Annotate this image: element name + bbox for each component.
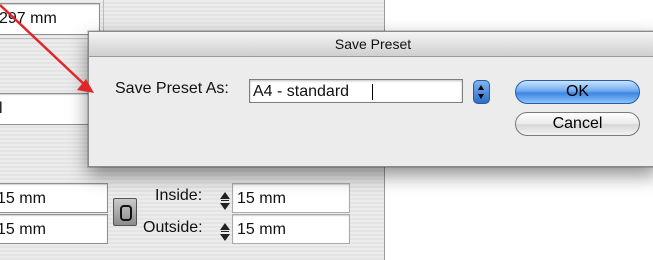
annotation-arrow xyxy=(0,4,94,93)
